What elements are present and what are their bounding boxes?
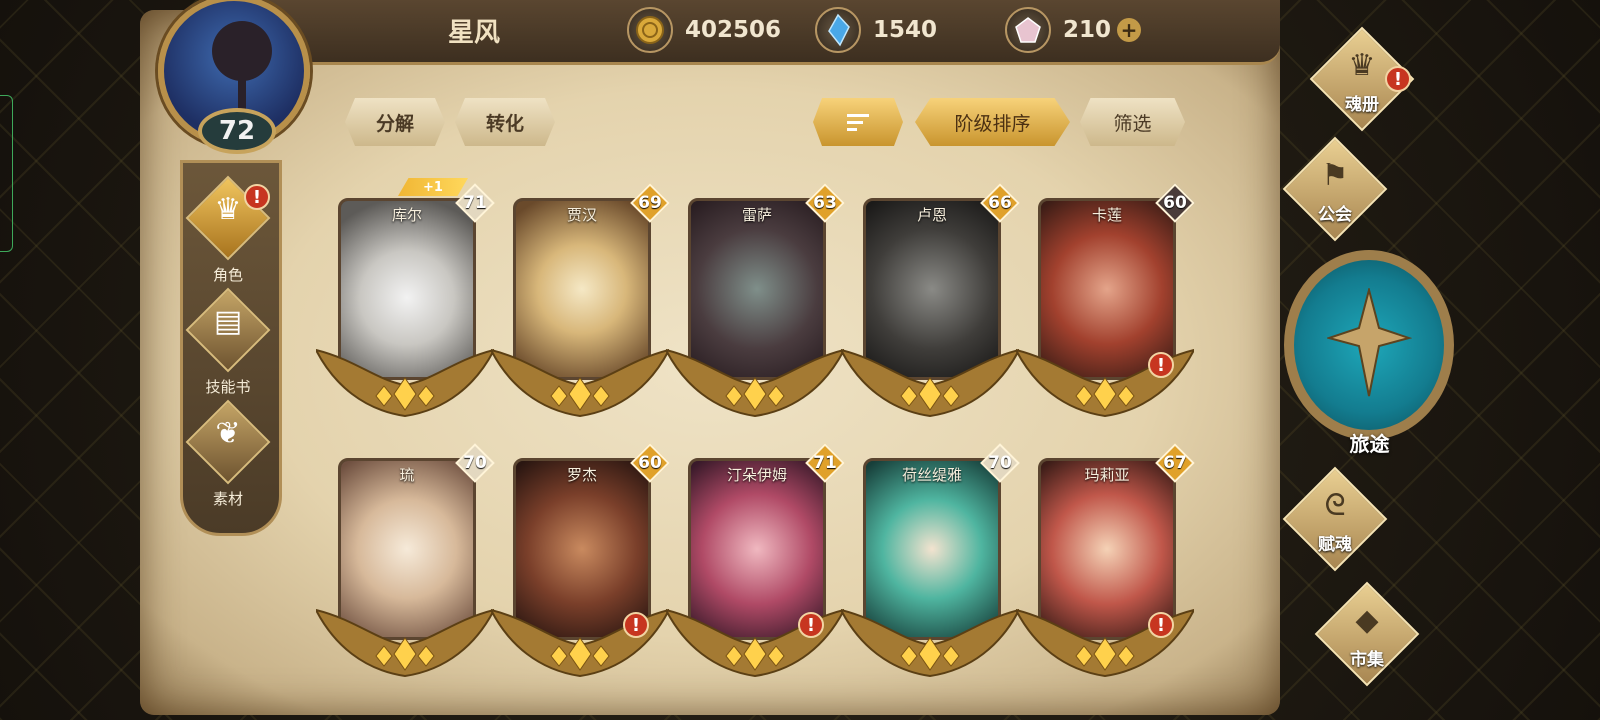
rank-wings-icon	[491, 348, 669, 418]
hero-card-ryu[interactable]: 琉 70	[316, 443, 495, 695]
hero-card-roger[interactable]: 罗杰 60 !	[491, 443, 670, 695]
filter-label: 筛选	[1113, 112, 1152, 135]
alert-icon: !	[1385, 66, 1411, 92]
soul-book-label: 魂册	[1345, 95, 1379, 115]
gem-market-icon: ◆	[1355, 603, 1379, 638]
hero-level-badge: 70	[980, 443, 1020, 483]
crystal-currency: 1540	[815, 7, 938, 53]
hero-card-reisa[interactable]: 雷萨 63	[666, 183, 845, 435]
nav-item-material[interactable]: ❦ 素材	[180, 399, 276, 509]
market-label: 市集	[1350, 650, 1384, 670]
hero-card-jahan[interactable]: 贾汉 69	[491, 183, 670, 435]
hero-level-badge: 60	[1155, 183, 1195, 223]
skill-book-icon: ▤	[213, 304, 243, 339]
hero-level: 71	[813, 453, 837, 473]
alert-icon: !	[1148, 612, 1174, 638]
guild-label: 公会	[1318, 205, 1352, 225]
nav-label-character: 角色	[212, 266, 243, 284]
hero-card-kur[interactable]: +1 库尔 71	[316, 178, 495, 435]
rank-wings-icon	[666, 348, 844, 418]
nav-label-material: 素材	[212, 490, 243, 508]
hero-level-badge: 71	[805, 443, 845, 483]
crystal-amount: 1540	[873, 17, 938, 43]
decompose-label: 分解	[375, 112, 414, 135]
nav-item-character[interactable]: ♛ 角色 !	[180, 175, 276, 285]
gold-amount: 402506	[685, 17, 782, 43]
rank-sort-label: 阶级排序	[954, 112, 1031, 135]
nav-soul-book[interactable]: ♛ 魂册 !	[1285, 26, 1435, 132]
hero-level-badge: 70	[455, 443, 495, 483]
filter-button[interactable]: 筛选	[1080, 98, 1185, 146]
rank-wings-icon	[1016, 608, 1194, 678]
helmet-icon: ♛	[1348, 48, 1376, 83]
avatar-body-icon	[238, 79, 246, 109]
alert-icon: !	[244, 184, 270, 210]
hero-level-badge: 67	[1155, 443, 1195, 483]
hero-level: 60	[1163, 193, 1187, 213]
nav-soul-infuse[interactable]: ᘓ 赋魂	[1258, 466, 1408, 572]
player-name: 星风	[448, 18, 501, 48]
hero-card-maria[interactable]: 玛莉亚 67 !	[1016, 443, 1195, 695]
hero-level: 71	[463, 193, 487, 213]
rank-wings-icon	[316, 348, 494, 418]
sort-icon	[847, 114, 869, 131]
pink-gem-icon	[1005, 7, 1051, 53]
gold-coin-icon	[627, 7, 673, 53]
journey-button[interactable]: 旅途	[1282, 238, 1457, 463]
rank-wings-icon	[316, 608, 494, 678]
hero-level: 69	[638, 193, 662, 213]
soul-infuse-label: 赋魂	[1318, 535, 1352, 555]
hero-level-badge: 60	[630, 443, 670, 483]
hero-level: 70	[463, 453, 487, 473]
hero-level-badge: 69	[630, 183, 670, 223]
rank-wings-icon	[666, 608, 844, 678]
nav-item-skill-book[interactable]: ▤ 技能书	[180, 287, 276, 397]
hero-level: 67	[1163, 453, 1187, 473]
hero-card-tindoim[interactable]: 汀朵伊姆 71 !	[666, 443, 845, 695]
alert-icon: !	[798, 612, 824, 638]
rank-sort-button[interactable]: 阶级排序	[915, 98, 1070, 146]
player-level-badge: 72	[198, 108, 276, 154]
hero-card-rune[interactable]: 卢恩 66	[841, 183, 1020, 435]
player-avatar[interactable]: 72	[148, 0, 323, 160]
gold-currency: 402506	[627, 7, 782, 53]
rank-wings-icon	[1016, 348, 1194, 418]
convert-button[interactable]: 转化	[455, 98, 555, 146]
rank-wings-icon	[491, 608, 669, 678]
hero-level-badge: 66	[980, 183, 1020, 223]
swirl-icon: ᘓ	[1324, 488, 1346, 523]
avatar-head-icon	[212, 21, 272, 81]
rank-wings-icon	[841, 348, 1019, 418]
hero-card-hestia[interactable]: 荷丝缇雅 70	[841, 443, 1020, 695]
blue-crystal-icon	[815, 7, 861, 53]
hero-card-karen[interactable]: 卡莲 60 !	[1016, 183, 1195, 435]
edge-handle[interactable]	[0, 95, 13, 252]
gem-currency: 210 +	[1005, 7, 1142, 53]
nav-label-skill-book: 技能书	[205, 378, 251, 396]
hero-level: 60	[638, 453, 662, 473]
alert-icon: !	[1148, 352, 1174, 378]
convert-label: 转化	[485, 112, 524, 135]
journey-label: 旅途	[1349, 432, 1390, 456]
alert-icon: !	[623, 612, 649, 638]
compass-icon	[1327, 288, 1412, 397]
decompose-button[interactable]: 分解	[345, 98, 445, 146]
hero-level: 70	[988, 453, 1012, 473]
gem-amount: 210	[1063, 17, 1112, 43]
sort-toggle-button[interactable]	[813, 98, 903, 146]
nav-guild[interactable]: ⚑ 公会	[1258, 136, 1408, 242]
hero-level-badge: 63	[805, 183, 845, 223]
nav-market[interactable]: ◆ 市集	[1290, 581, 1440, 687]
add-gem-button[interactable]: +	[1117, 18, 1142, 42]
material-icon: ❦	[215, 416, 241, 451]
guild-banner-icon: ⚑	[1321, 158, 1349, 193]
hero-level-badge: 71	[455, 183, 495, 223]
hero-level: 63	[813, 193, 837, 213]
hero-level: 66	[988, 193, 1012, 213]
rank-wings-icon	[841, 608, 1019, 678]
